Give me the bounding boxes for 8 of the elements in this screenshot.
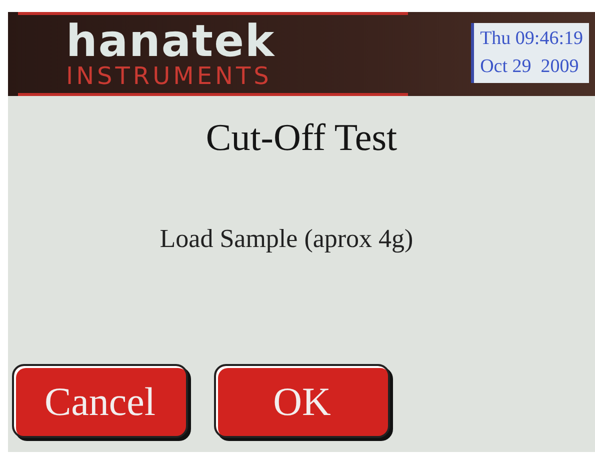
screen-title: Cut-Off Test	[206, 116, 398, 160]
logo-subtitle: INSTRUMENTS	[66, 63, 272, 89]
date-text: Oct 29 2009	[480, 55, 580, 79]
instruction-text: Load Sample (aprox 4g)	[160, 224, 414, 254]
date-time-text: Thu 09:46:19	[480, 27, 583, 51]
logo-name: hanatek	[66, 21, 276, 63]
cancel-button[interactable]: Cancel	[12, 364, 188, 438]
ok-button[interactable]: OK	[214, 364, 390, 438]
